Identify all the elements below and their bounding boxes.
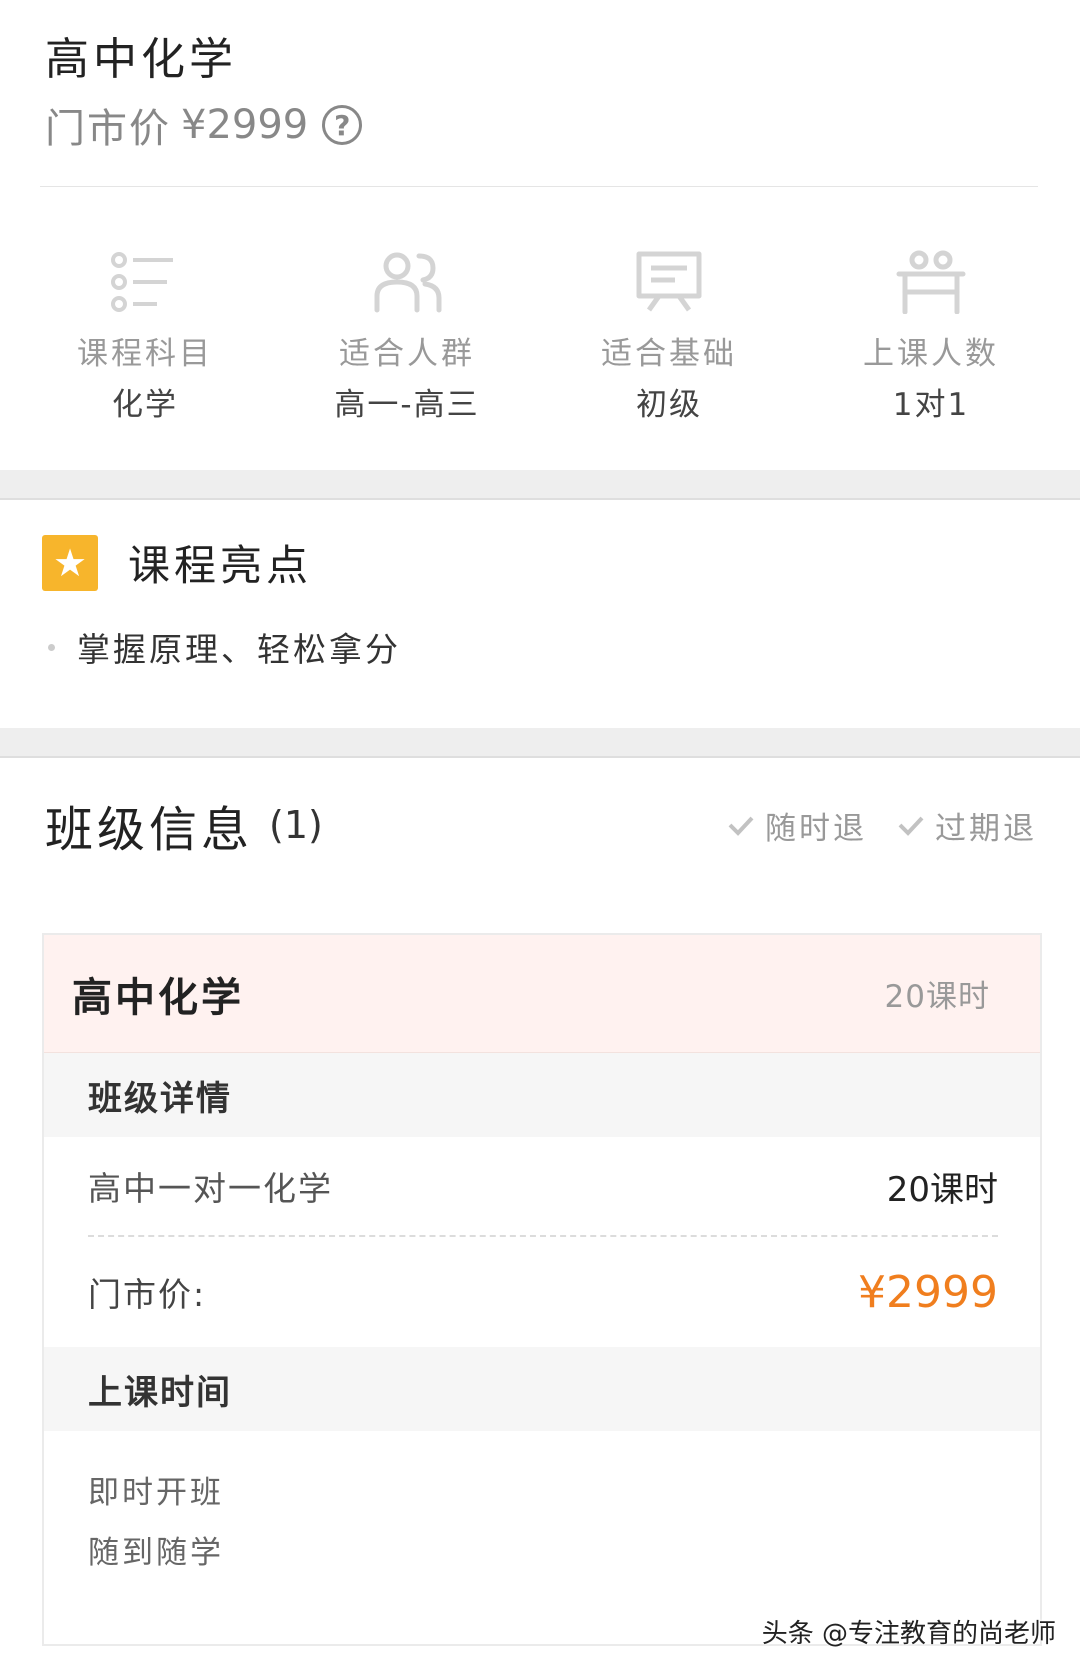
divider bbox=[40, 186, 1038, 187]
card-hours: 20课时 bbox=[884, 979, 990, 1015]
tag-label: 随时退 bbox=[765, 810, 867, 847]
attr-label: 适合人群 bbox=[339, 336, 475, 372]
check-icon bbox=[728, 816, 754, 836]
card-price-row: 门市价: ¥2999 bbox=[88, 1237, 998, 1347]
bullet-icon bbox=[48, 643, 55, 651]
highlight-text: 掌握原理、轻松拿分 bbox=[77, 630, 401, 669]
refund-tags: 随时退 过期退 bbox=[697, 803, 1037, 848]
tag-label: 过期退 bbox=[935, 810, 1037, 847]
list-icon bbox=[111, 252, 173, 312]
price-value: ¥2999 bbox=[181, 102, 309, 148]
detail-hours: 20课时 bbox=[886, 1169, 998, 1210]
schedule-list: 即时开班 随到随学 bbox=[44, 1431, 1040, 1583]
detail-row: 高中一对一化学 20课时 bbox=[88, 1137, 998, 1237]
attr-label: 课程科目 bbox=[77, 336, 213, 372]
card-price-value: ¥2999 bbox=[858, 1266, 998, 1318]
check-icon bbox=[898, 816, 924, 836]
attr-value: 高一-高三 bbox=[334, 387, 480, 423]
attr-class-size: 上课人数 1对1 bbox=[800, 250, 1062, 424]
course-detail-page: 高中化学 门市价 ¥2999 ? 课程科目 化学 适合人群 高一-高三 适合基础… bbox=[0, 0, 1080, 1668]
section-separator bbox=[0, 470, 1080, 500]
attr-label: 适合基础 bbox=[601, 336, 737, 372]
section-separator bbox=[0, 728, 1080, 758]
price-label: 门市价 bbox=[45, 106, 171, 152]
star-icon: ★ bbox=[42, 534, 98, 591]
course-attributes: 课程科目 化学 适合人群 高一-高三 适合基础 初级 上课人数 1对1 bbox=[0, 250, 1080, 424]
class-info-title: 班级信息 bbox=[45, 802, 254, 858]
tag-refund-anytime: 随时退 bbox=[727, 803, 867, 848]
class-info-count: (1) bbox=[269, 803, 323, 847]
help-icon[interactable]: ? bbox=[322, 105, 363, 145]
attr-value: 1对1 bbox=[892, 387, 970, 423]
highlights-header: ★ 课程亮点 bbox=[42, 532, 1032, 593]
watermark: 头条 @专注教育的尚老师 bbox=[761, 1619, 1056, 1649]
highlights-section: ★ 课程亮点 掌握原理、轻松拿分 bbox=[42, 532, 1032, 671]
detail-name: 高中一对一化学 bbox=[88, 1169, 333, 1208]
schedule-section-title: 上课时间 bbox=[88, 1372, 232, 1413]
attr-value: 化学 bbox=[112, 387, 178, 423]
detail-section-title: 班级详情 bbox=[88, 1078, 232, 1119]
detail-section-header: 班级详情 bbox=[44, 1053, 1040, 1137]
tag-refund-expired: 过期退 bbox=[897, 803, 1037, 848]
board-icon bbox=[636, 251, 702, 312]
attr-value: 初级 bbox=[636, 387, 702, 423]
card-price-label: 门市价: bbox=[88, 1275, 207, 1314]
schedule-line: 随到随学 bbox=[88, 1535, 224, 1571]
attr-level: 适合基础 初级 bbox=[538, 250, 800, 424]
attr-subject: 课程科目 化学 bbox=[14, 250, 276, 424]
class-card[interactable]: 高中化学 20课时 班级详情 高中一对一化学 20课时 门市价: ¥2999 上… bbox=[42, 933, 1042, 1646]
people-icon bbox=[374, 252, 442, 313]
page-title: 高中化学 bbox=[45, 34, 237, 85]
price-row: 门市价 ¥2999 ? bbox=[45, 92, 1035, 158]
highlights-title: 课程亮点 bbox=[128, 541, 313, 590]
course-header: 高中化学 门市价 ¥2999 ? bbox=[45, 30, 1035, 158]
attr-label: 上课人数 bbox=[863, 336, 999, 372]
schedule-section-header: 上课时间 bbox=[44, 1347, 1040, 1431]
card-header: 高中化学 20课时 bbox=[44, 935, 1040, 1053]
attr-audience: 适合人群 高一-高三 bbox=[276, 250, 538, 424]
list-item: 掌握原理、轻松拿分 bbox=[42, 623, 1032, 671]
seat-icon bbox=[896, 250, 966, 314]
class-info-header: 班级信息 (1) 随时退 过期退 bbox=[45, 790, 1037, 860]
schedule-line: 即时开班 bbox=[88, 1475, 224, 1511]
card-title: 高中化学 bbox=[72, 974, 244, 1021]
